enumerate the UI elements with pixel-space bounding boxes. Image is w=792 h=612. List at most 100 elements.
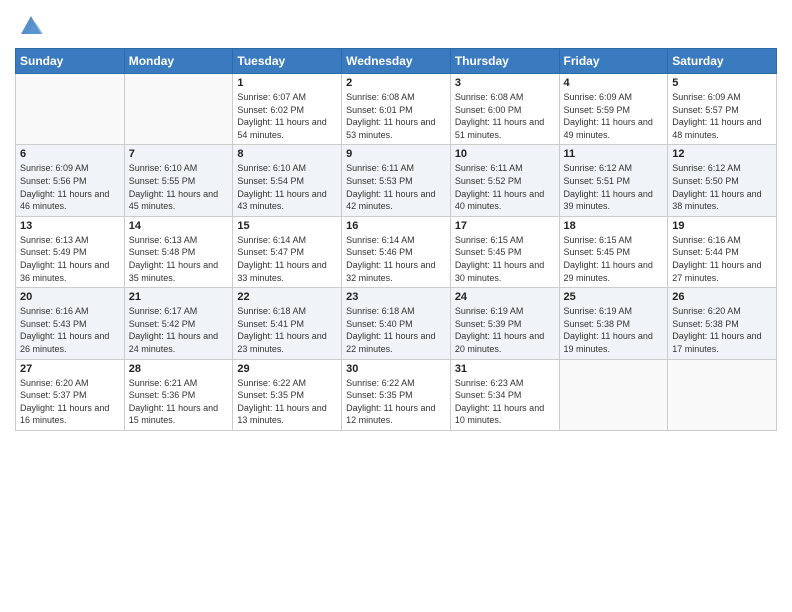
calendar-cell: 26Sunrise: 6:20 AMSunset: 5:38 PMDayligh… — [668, 288, 777, 359]
calendar-cell — [559, 359, 668, 430]
day-number: 12 — [672, 148, 772, 160]
day-info-text: Sunset: 5:45 PM — [564, 246, 664, 259]
calendar-cell: 8Sunrise: 6:10 AMSunset: 5:54 PMDaylight… — [233, 145, 342, 216]
day-number: 2 — [346, 77, 446, 89]
calendar-cell: 13Sunrise: 6:13 AMSunset: 5:49 PMDayligh… — [16, 216, 125, 287]
calendar-table: SundayMondayTuesdayWednesdayThursdayFrid… — [15, 48, 777, 431]
day-number: 11 — [564, 148, 664, 160]
calendar-cell: 15Sunrise: 6:14 AMSunset: 5:47 PMDayligh… — [233, 216, 342, 287]
day-info-text: Sunset: 5:50 PM — [672, 175, 772, 188]
calendar-cell: 29Sunrise: 6:22 AMSunset: 5:35 PMDayligh… — [233, 359, 342, 430]
calendar-cell: 19Sunrise: 6:16 AMSunset: 5:44 PMDayligh… — [668, 216, 777, 287]
day-info-text: Sunrise: 6:11 AM — [455, 162, 555, 175]
day-info-text: Sunset: 5:55 PM — [129, 175, 229, 188]
day-info-text: Sunset: 5:37 PM — [20, 389, 120, 402]
day-info-text: Sunset: 5:36 PM — [129, 389, 229, 402]
day-info-text: Sunrise: 6:11 AM — [346, 162, 446, 175]
day-info-text: Daylight: 11 hours and 45 minutes. — [129, 188, 229, 213]
calendar-cell: 4Sunrise: 6:09 AMSunset: 5:59 PMDaylight… — [559, 74, 668, 145]
day-info-text: Daylight: 11 hours and 27 minutes. — [672, 259, 772, 284]
page: SundayMondayTuesdayWednesdayThursdayFrid… — [0, 0, 792, 612]
calendar-cell — [124, 74, 233, 145]
day-number: 13 — [20, 220, 120, 232]
day-info-text: Sunset: 5:45 PM — [455, 246, 555, 259]
day-info-text: Sunset: 5:40 PM — [346, 318, 446, 331]
calendar-week-row: 6Sunrise: 6:09 AMSunset: 5:56 PMDaylight… — [16, 145, 777, 216]
day-info-text: Sunrise: 6:16 AM — [672, 234, 772, 247]
day-info-text: Sunrise: 6:13 AM — [129, 234, 229, 247]
day-number: 7 — [129, 148, 229, 160]
day-info-text: Sunset: 5:51 PM — [564, 175, 664, 188]
weekday-header-wednesday: Wednesday — [342, 49, 451, 74]
calendar-cell: 3Sunrise: 6:08 AMSunset: 6:00 PMDaylight… — [450, 74, 559, 145]
calendar-cell: 17Sunrise: 6:15 AMSunset: 5:45 PMDayligh… — [450, 216, 559, 287]
day-info-text: Sunrise: 6:23 AM — [455, 377, 555, 390]
day-number: 26 — [672, 291, 772, 303]
day-info-text: Sunset: 5:38 PM — [672, 318, 772, 331]
calendar-cell: 18Sunrise: 6:15 AMSunset: 5:45 PMDayligh… — [559, 216, 668, 287]
day-number: 31 — [455, 363, 555, 375]
day-info-text: Sunset: 5:57 PM — [672, 104, 772, 117]
day-info-text: Sunrise: 6:12 AM — [672, 162, 772, 175]
day-info-text: Sunrise: 6:08 AM — [455, 91, 555, 104]
logo — [15, 10, 45, 40]
day-info-text: Sunrise: 6:15 AM — [455, 234, 555, 247]
day-info-text: Sunrise: 6:10 AM — [129, 162, 229, 175]
weekday-header-tuesday: Tuesday — [233, 49, 342, 74]
day-info-text: Daylight: 11 hours and 13 minutes. — [237, 402, 337, 427]
calendar-cell: 28Sunrise: 6:21 AMSunset: 5:36 PMDayligh… — [124, 359, 233, 430]
day-info-text: Sunset: 5:52 PM — [455, 175, 555, 188]
day-number: 21 — [129, 291, 229, 303]
day-info-text: Sunrise: 6:18 AM — [237, 305, 337, 318]
day-info-text: Sunset: 5:35 PM — [237, 389, 337, 402]
day-info-text: Daylight: 11 hours and 54 minutes. — [237, 116, 337, 141]
day-number: 27 — [20, 363, 120, 375]
calendar-week-row: 27Sunrise: 6:20 AMSunset: 5:37 PMDayligh… — [16, 359, 777, 430]
day-number: 19 — [672, 220, 772, 232]
day-number: 4 — [564, 77, 664, 89]
calendar-week-row: 20Sunrise: 6:16 AMSunset: 5:43 PMDayligh… — [16, 288, 777, 359]
day-info-text: Daylight: 11 hours and 51 minutes. — [455, 116, 555, 141]
day-info-text: Sunrise: 6:12 AM — [564, 162, 664, 175]
logo-icon — [17, 10, 45, 38]
day-info-text: Sunrise: 6:09 AM — [20, 162, 120, 175]
day-number: 1 — [237, 77, 337, 89]
day-info-text: Sunset: 5:48 PM — [129, 246, 229, 259]
day-number: 6 — [20, 148, 120, 160]
day-info-text: Sunrise: 6:21 AM — [129, 377, 229, 390]
day-info-text: Daylight: 11 hours and 48 minutes. — [672, 116, 772, 141]
day-info-text: Sunrise: 6:20 AM — [20, 377, 120, 390]
day-info-text: Sunrise: 6:09 AM — [564, 91, 664, 104]
day-info-text: Sunset: 5:49 PM — [20, 246, 120, 259]
calendar-cell: 12Sunrise: 6:12 AMSunset: 5:50 PMDayligh… — [668, 145, 777, 216]
calendar-cell: 5Sunrise: 6:09 AMSunset: 5:57 PMDaylight… — [668, 74, 777, 145]
calendar-cell: 30Sunrise: 6:22 AMSunset: 5:35 PMDayligh… — [342, 359, 451, 430]
calendar-cell: 21Sunrise: 6:17 AMSunset: 5:42 PMDayligh… — [124, 288, 233, 359]
day-info-text: Daylight: 11 hours and 42 minutes. — [346, 188, 446, 213]
calendar-cell: 23Sunrise: 6:18 AMSunset: 5:40 PMDayligh… — [342, 288, 451, 359]
day-number: 3 — [455, 77, 555, 89]
day-info-text: Sunset: 5:54 PM — [237, 175, 337, 188]
day-number: 9 — [346, 148, 446, 160]
day-info-text: Sunset: 5:39 PM — [455, 318, 555, 331]
day-info-text: Sunset: 6:01 PM — [346, 104, 446, 117]
day-info-text: Sunset: 6:02 PM — [237, 104, 337, 117]
day-number: 29 — [237, 363, 337, 375]
day-info-text: Daylight: 11 hours and 16 minutes. — [20, 402, 120, 427]
weekday-header-monday: Monday — [124, 49, 233, 74]
day-number: 30 — [346, 363, 446, 375]
weekday-header-row: SundayMondayTuesdayWednesdayThursdayFrid… — [16, 49, 777, 74]
calendar-cell: 24Sunrise: 6:19 AMSunset: 5:39 PMDayligh… — [450, 288, 559, 359]
day-info-text: Sunset: 5:46 PM — [346, 246, 446, 259]
day-info-text: Sunset: 5:53 PM — [346, 175, 446, 188]
day-number: 16 — [346, 220, 446, 232]
day-info-text: Sunrise: 6:10 AM — [237, 162, 337, 175]
day-number: 15 — [237, 220, 337, 232]
day-info-text: Daylight: 11 hours and 35 minutes. — [129, 259, 229, 284]
header — [15, 10, 777, 40]
calendar-cell: 6Sunrise: 6:09 AMSunset: 5:56 PMDaylight… — [16, 145, 125, 216]
day-info-text: Sunset: 5:43 PM — [20, 318, 120, 331]
day-info-text: Sunrise: 6:20 AM — [672, 305, 772, 318]
day-info-text: Daylight: 11 hours and 43 minutes. — [237, 188, 337, 213]
calendar-cell: 7 Sunrise: 6:10 AMSunset: 5:55 PMDaylight… — [124, 145, 233, 216]
